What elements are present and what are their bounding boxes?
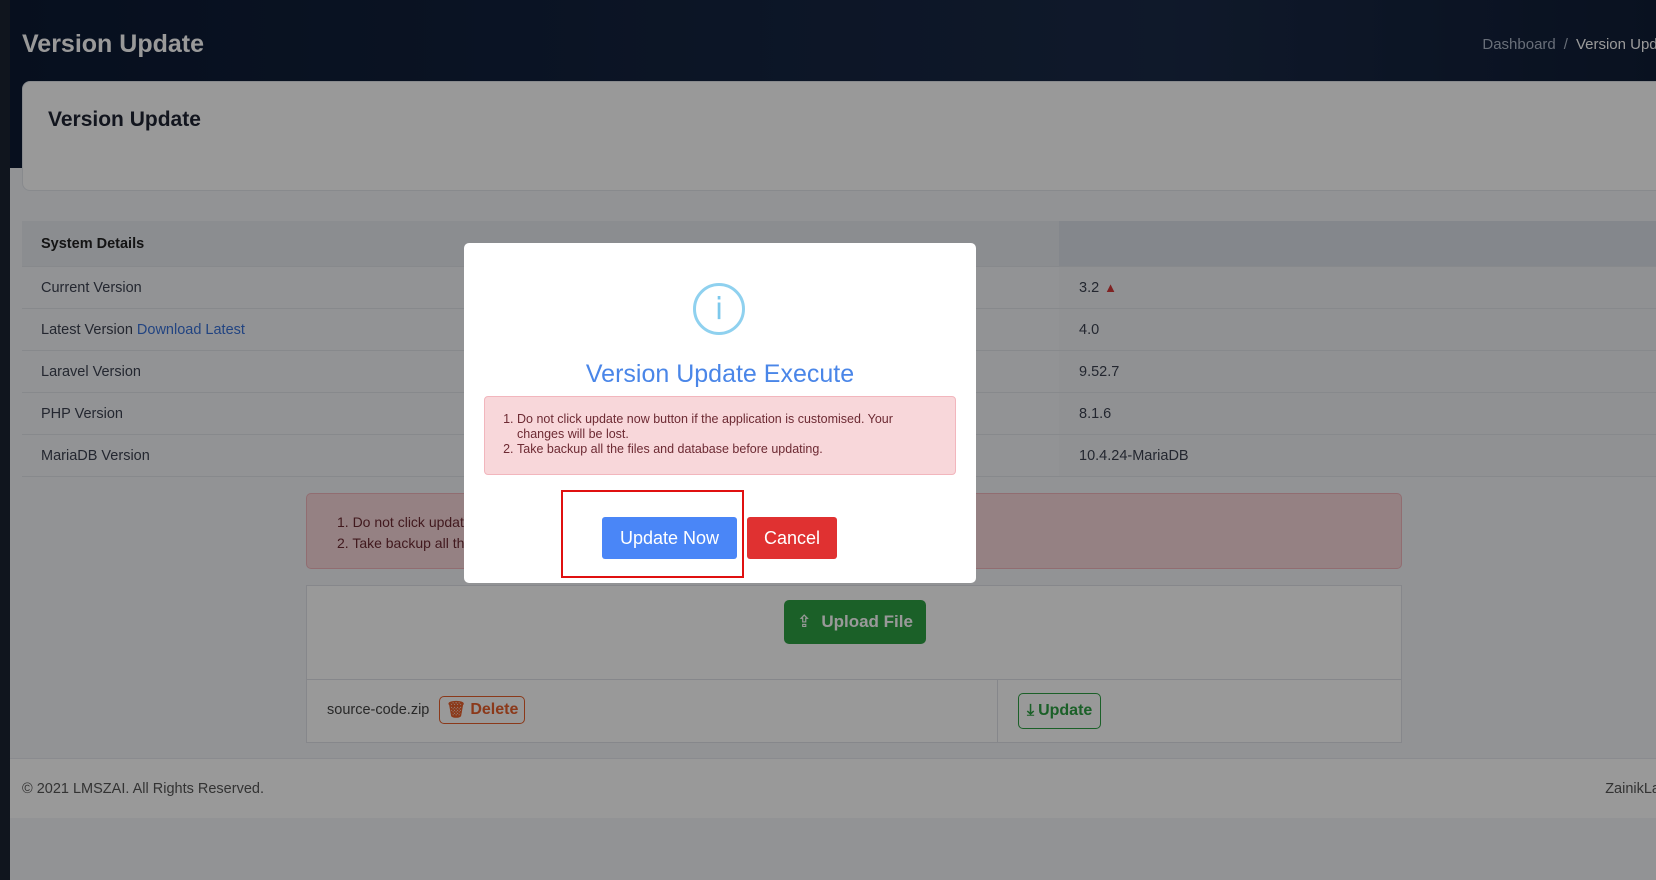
- modal-alert-item: Take backup all the files and database b…: [517, 442, 937, 457]
- modal-alert: Do not click update now button if the ap…: [484, 396, 956, 475]
- version-update-modal: i Version Update Execute Do not click up…: [464, 243, 976, 583]
- modal-title: Version Update Execute: [585, 360, 855, 388]
- modal-alert-item: Do not click update now button if the ap…: [517, 412, 937, 442]
- update-now-button[interactable]: Update Now: [602, 517, 737, 559]
- cancel-button[interactable]: Cancel: [747, 517, 837, 559]
- info-icon: i: [693, 283, 745, 335]
